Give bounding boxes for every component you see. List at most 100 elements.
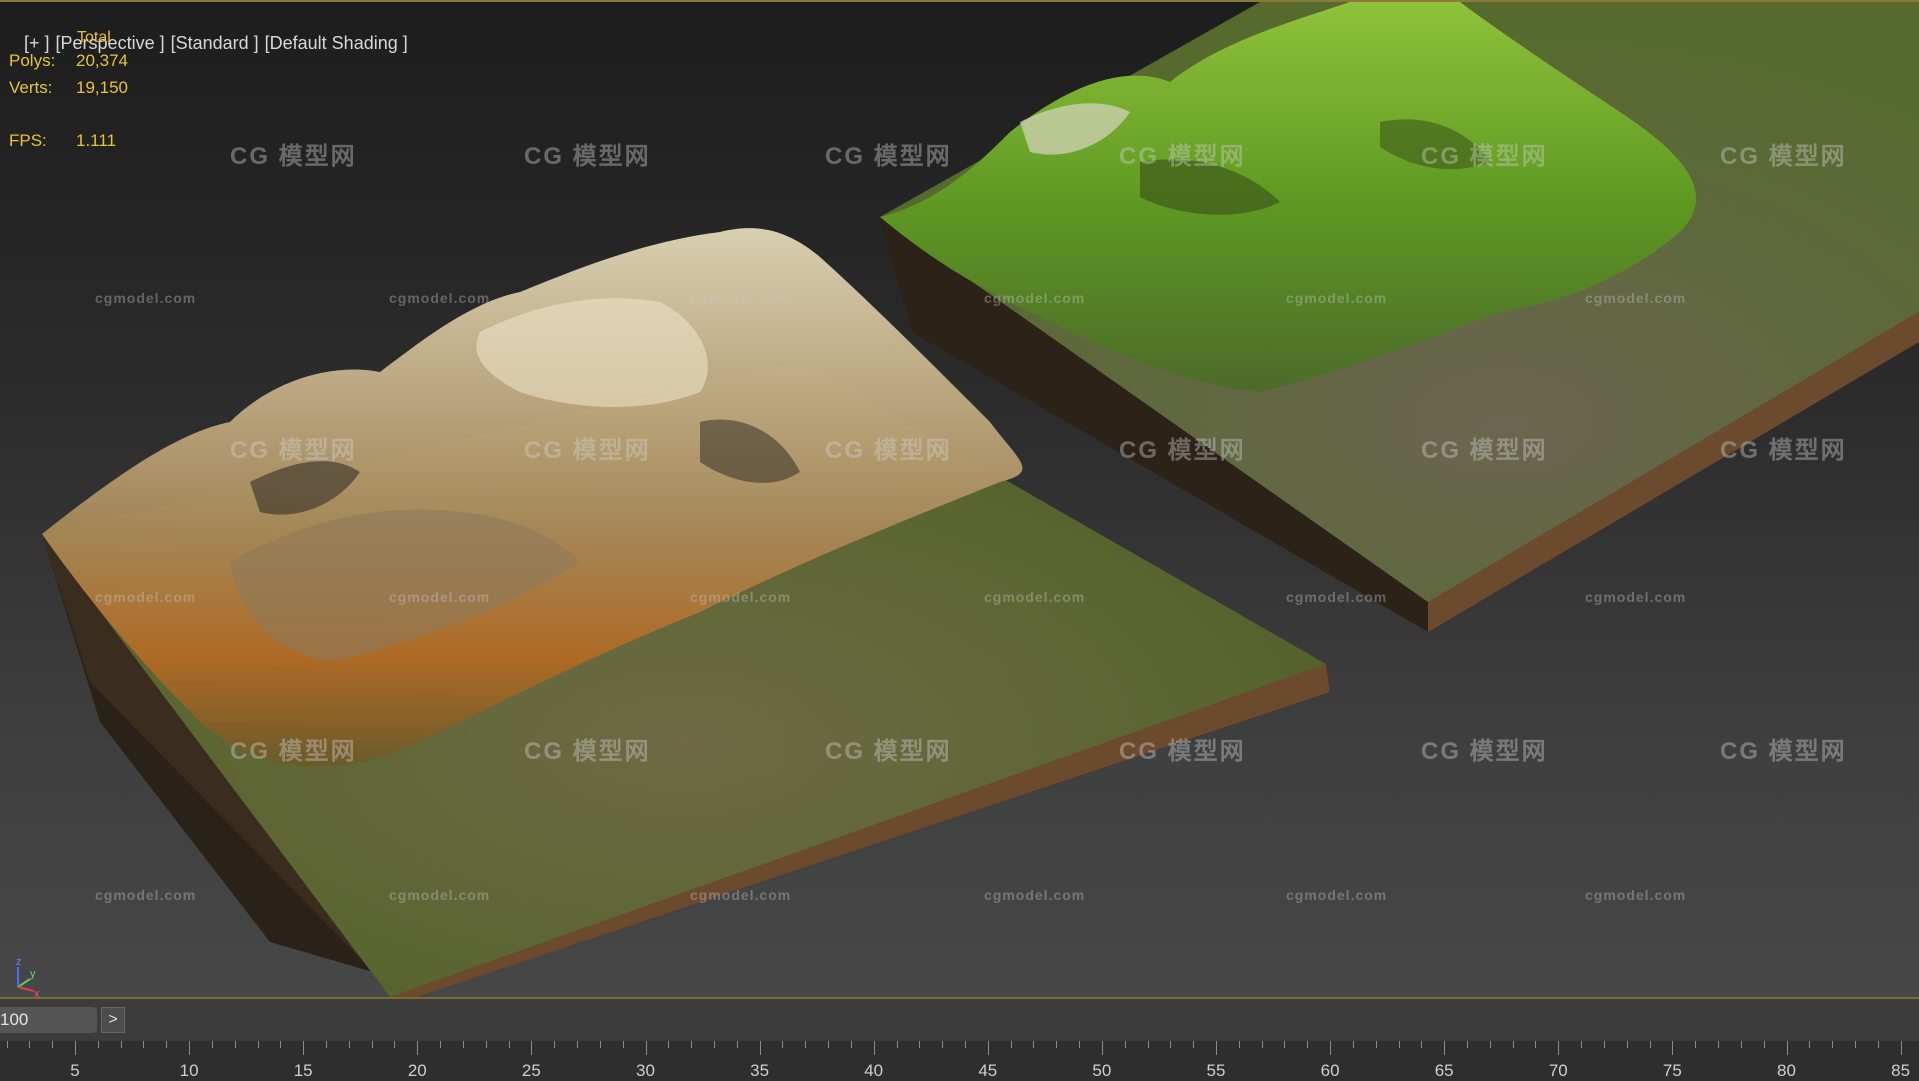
watermark-site-text: cgmodel.com	[690, 589, 792, 605]
ruler-tick	[1900, 1041, 1902, 1055]
stats-polys-row: Polys: 20,374	[9, 47, 128, 74]
ruler-tick	[1010, 1041, 1012, 1048]
axis-y-label: y	[30, 968, 36, 980]
ruler-tick-label: 15	[293, 1061, 313, 1080]
ruler-tick	[303, 1041, 305, 1055]
watermark-logo-text: CG 模型网	[524, 437, 651, 464]
ruler-tick	[919, 1041, 921, 1048]
watermark-site-text: cgmodel.com	[1585, 887, 1687, 903]
ruler-tick	[1375, 1041, 1377, 1048]
ruler-tick	[97, 1041, 99, 1048]
ruler-tick	[417, 1041, 419, 1055]
axis-z-label: z	[16, 957, 22, 968]
ruler-tick	[805, 1041, 807, 1048]
ruler-tick-label: 35	[750, 1061, 770, 1080]
timeline-ruler[interactable]: 5 10 15 20 25 30 35 40 45 50 55 60 65 70 75 80 85	[0, 1041, 1919, 1081]
ruler-tick	[759, 1041, 761, 1055]
stats-polys-label: Polys:	[9, 51, 56, 70]
ruler-tick	[1170, 1041, 1172, 1048]
watermark-site-text: cgmodel.com	[95, 290, 197, 306]
ruler-tick	[964, 1041, 966, 1048]
watermark-site-text: cgmodel.com	[95, 887, 197, 903]
frame-counter-field[interactable]: 100	[0, 1007, 97, 1033]
watermark-site-text: cgmodel.com	[1286, 887, 1388, 903]
watermark-logo-text: CG 模型网	[825, 143, 952, 170]
ruler-tick-label: 20	[407, 1061, 427, 1080]
ruler-tick	[1421, 1041, 1423, 1048]
watermark-site-text: cgmodel.com	[984, 290, 1086, 306]
watermark-logo-text: CG 模型网	[1421, 738, 1548, 765]
next-frame-button[interactable]: >	[101, 1007, 125, 1033]
ruler-tick	[1124, 1041, 1126, 1048]
ruler-tick	[1033, 1041, 1035, 1048]
stats-verts-label: Verts:	[9, 78, 53, 97]
ruler-tick	[1832, 1041, 1834, 1048]
ruler-tick	[1672, 1041, 1674, 1055]
watermark-logo-text: CG 模型网	[1119, 738, 1246, 765]
ruler-tick-label: 45	[978, 1061, 998, 1080]
viewport-shading-menu[interactable]: [Default Shading ]	[265, 33, 408, 53]
ruler-tick-label: 55	[1206, 1061, 1226, 1080]
ruler-tick	[1216, 1041, 1217, 1055]
ruler-tick	[462, 1041, 464, 1048]
ruler-tick	[577, 1041, 579, 1048]
ruler-tick	[850, 1041, 852, 1048]
axis-x-label: x	[34, 988, 40, 997]
watermark-logo-text: CG 模型网	[1119, 437, 1246, 464]
ruler-tick	[942, 1041, 944, 1048]
ruler-tick	[166, 1041, 168, 1048]
ruler-tick	[1763, 1041, 1765, 1048]
ruler-tick	[896, 1041, 898, 1048]
ruler-tick-label: 60	[1320, 1061, 1340, 1080]
ruler-tick	[782, 1041, 784, 1048]
time-slider-bar[interactable]: 100 >	[0, 997, 1919, 1041]
perspective-viewport[interactable]: [+ ] [Perspective ] [Standard ] [Default Sh…	[0, 0, 1919, 997]
watermark-site-text: cgmodel.com	[1286, 589, 1388, 605]
ruler-tick	[1877, 1041, 1879, 1048]
ruler-tick	[6, 1041, 8, 1048]
ruler-tick-label: 50	[1092, 1061, 1112, 1080]
ruler-tick	[1101, 1041, 1103, 1055]
ruler-tick	[371, 1041, 373, 1048]
ruler-tick-label: 80	[1777, 1061, 1796, 1080]
ruler-tick	[1147, 1041, 1149, 1048]
ruler-tick	[1512, 1041, 1514, 1048]
ruler-tick	[668, 1041, 670, 1048]
ruler-tick-label: 40	[864, 1061, 884, 1080]
ruler-tick	[1352, 1041, 1354, 1048]
ruler-tick-label: 5	[70, 1061, 80, 1080]
ruler-tick	[211, 1041, 213, 1048]
ruler-tick	[1626, 1041, 1628, 1048]
statistics-overlay: Total Polys: 20,374 Verts: 19,150 FPS: 1…	[9, 24, 128, 154]
stats-verts-value: 19,150	[76, 78, 128, 97]
ruler-tick-label: 30	[636, 1061, 655, 1080]
ruler-tick	[1056, 1041, 1058, 1048]
ruler-tick	[348, 1041, 350, 1048]
stats-verts-row: Verts: 19,150	[9, 74, 128, 101]
ruler-tick-label: 70	[1548, 1061, 1568, 1080]
viewport-standard-menu[interactable]: [Standard ]	[171, 33, 259, 53]
ruler-tick	[987, 1041, 989, 1055]
ruler-tick	[1558, 1041, 1560, 1055]
stats-fps-value: 1.111	[76, 131, 117, 150]
ruler-tick	[257, 1041, 259, 1048]
ruler-tick	[75, 1041, 76, 1055]
watermark-site-text: cgmodel.com	[389, 589, 491, 605]
ruler-tick	[234, 1041, 236, 1048]
ruler-tick	[1581, 1041, 1583, 1048]
stats-total-label: Total	[77, 29, 111, 46]
ruler-tick	[1718, 1041, 1720, 1048]
ruler-tick	[691, 1041, 693, 1048]
watermark-logo-text: CG 模型网	[230, 143, 357, 170]
ruler-tick	[1284, 1041, 1286, 1048]
ruler-tick	[1398, 1041, 1400, 1048]
ruler-tick	[280, 1041, 282, 1048]
ruler-tick	[189, 1041, 191, 1055]
ruler-tick	[1535, 1041, 1537, 1048]
ruler-tick	[326, 1041, 328, 1048]
watermark-logo-text: CG 模型网	[1119, 143, 1246, 170]
watermark-logo-text: CG 模型网	[1720, 437, 1847, 464]
ruler-tick	[120, 1041, 122, 1048]
stats-fps-label: FPS:	[9, 131, 47, 150]
ruler-tick	[29, 1041, 31, 1048]
